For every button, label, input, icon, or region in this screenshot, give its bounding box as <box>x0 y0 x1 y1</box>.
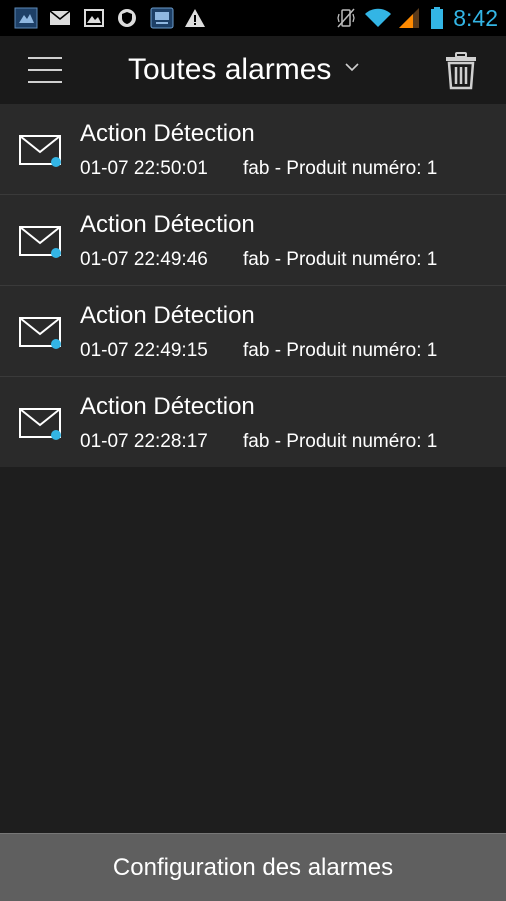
alarm-timestamp: 01-07 22:49:15 <box>80 340 208 361</box>
alarm-timestamp: 01-07 22:49:46 <box>80 249 208 270</box>
alarm-timestamp: 01-07 22:28:17 <box>80 431 208 452</box>
unread-mail-icon <box>19 135 61 167</box>
alarm-title: Action Détection <box>80 211 255 238</box>
unread-mail-icon <box>19 408 61 440</box>
alarm-filter-dropdown[interactable]: Toutes alarmes <box>128 50 360 90</box>
app-icon <box>14 7 38 29</box>
alarm-description: fab - Produit numéro: 1 <box>243 340 438 361</box>
unread-mail-icon <box>19 317 61 349</box>
alarm-configuration-label: Configuration des alarmes <box>112 853 394 881</box>
alarm-row[interactable]: Action Détection 01-07 22:49:15 fab - Pr… <box>0 286 506 377</box>
alarm-timestamp: 01-07 22:50:01 <box>80 158 208 179</box>
alarm-list: Action Détection 01-07 22:50:01 fab - Pr… <box>0 104 506 467</box>
action-bar: Toutes alarmes <box>0 36 506 104</box>
signal-icon <box>399 8 419 28</box>
wifi-icon <box>365 8 391 27</box>
vibrate-icon <box>337 8 355 28</box>
clock: 8:42 <box>453 5 498 31</box>
alarm-configuration-button[interactable]: Configuration des alarmes <box>0 833 506 901</box>
alarm-title: Action Détection <box>80 393 255 420</box>
hamburger-menu-icon[interactable] <box>28 56 62 84</box>
remote-app-icon <box>150 7 174 29</box>
gallery-icon <box>84 9 104 27</box>
alarm-title: Action Détection <box>80 302 255 329</box>
status-bar: 8:42 <box>0 0 506 36</box>
battery-icon <box>431 7 443 29</box>
unread-mail-icon <box>19 226 61 258</box>
page-title: Toutes alarmes <box>128 53 332 86</box>
warning-icon <box>185 9 205 27</box>
alarm-row[interactable]: Action Détection 01-07 22:49:46 fab - Pr… <box>0 195 506 286</box>
alarm-row[interactable]: Action Détection 01-07 22:50:01 fab - Pr… <box>0 104 506 195</box>
trash-icon[interactable] <box>444 52 478 90</box>
security-icon <box>118 9 136 27</box>
alarm-description: fab - Produit numéro: 1 <box>243 431 438 452</box>
alarm-description: fab - Produit numéro: 1 <box>243 249 438 270</box>
alarm-description: fab - Produit numéro: 1 <box>243 158 438 179</box>
email-icon <box>49 10 71 25</box>
alarm-title: Action Détection <box>80 120 255 147</box>
chevron-down-icon <box>345 63 360 72</box>
alarm-row[interactable]: Action Détection 01-07 22:28:17 fab - Pr… <box>0 377 506 467</box>
